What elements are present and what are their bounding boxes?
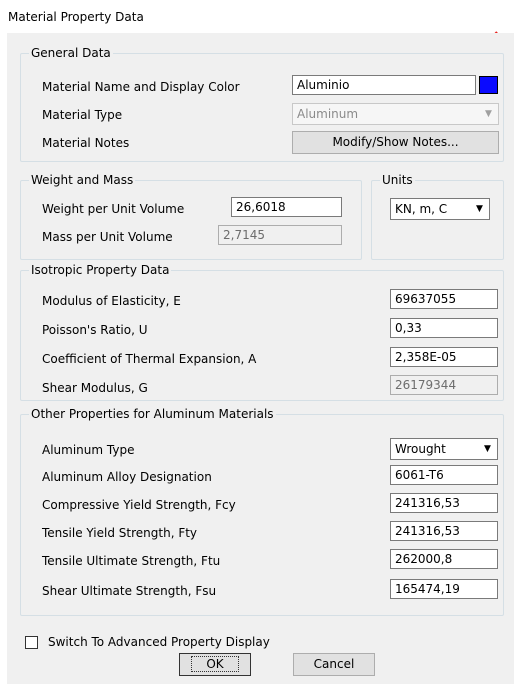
- chevron-down-icon: ▼: [476, 204, 483, 214]
- thermal-expansion-input[interactable]: 2,358E-05: [390, 347, 498, 367]
- material-name-input[interactable]: Aluminio: [292, 75, 476, 95]
- cancel-button[interactable]: Cancel: [293, 653, 375, 676]
- display-color-swatch[interactable]: [479, 76, 498, 94]
- aluminum-properties-legend: Other Properties for Aluminum Materials: [29, 407, 276, 421]
- compressive-yield-input[interactable]: 241316,53: [390, 493, 498, 513]
- general-data-legend: General Data: [29, 46, 113, 60]
- mass-per-unit-volume-input: 2,7145: [218, 225, 342, 245]
- shear-modulus-label: Shear Modulus, G: [42, 381, 148, 395]
- alloy-designation-input[interactable]: 6061-T6: [390, 465, 498, 485]
- material-property-dialog: General Data Material Name and Display C…: [7, 33, 514, 684]
- modulus-of-elasticity-label: Modulus of Elasticity, E: [42, 294, 181, 308]
- shear-modulus-input: 26179344: [390, 375, 498, 395]
- alloy-designation-label: Aluminum Alloy Designation: [42, 470, 212, 484]
- material-name-label: Material Name and Display Color: [42, 80, 240, 94]
- aluminum-type-select[interactable]: Wrought ▼: [390, 438, 498, 460]
- aluminum-type-value: Wrought: [395, 442, 446, 456]
- units-legend: Units: [380, 173, 415, 187]
- material-type-value: Aluminum: [297, 107, 359, 121]
- advanced-display-checkbox[interactable]: [25, 636, 38, 649]
- shear-ultimate-label: Shear Ultimate Strength, Fsu: [42, 584, 217, 598]
- ok-label: OK: [191, 656, 239, 672]
- units-select[interactable]: KN, m, C ▼: [390, 198, 490, 220]
- shear-ultimate-input[interactable]: 165474,19: [390, 579, 498, 599]
- modulus-of-elasticity-input[interactable]: 69637055: [390, 289, 498, 309]
- material-type-select: Aluminum ▼: [292, 103, 499, 125]
- tensile-yield-label: Tensile Yield Strength, Fty: [42, 526, 198, 540]
- weight-per-unit-volume-label: Weight per Unit Volume: [42, 202, 185, 216]
- aluminum-type-label: Aluminum Type: [42, 443, 135, 457]
- chevron-down-icon: ▼: [485, 109, 492, 119]
- weight-per-unit-volume-input[interactable]: 26,6018: [231, 197, 342, 217]
- mass-per-unit-volume-label: Mass per Unit Volume: [42, 230, 173, 244]
- poissons-ratio-label: Poisson's Ratio, U: [42, 323, 148, 337]
- chevron-down-icon: ▼: [484, 444, 491, 454]
- tensile-ultimate-input[interactable]: 262000,8: [390, 549, 498, 569]
- units-value: KN, m, C: [395, 202, 448, 216]
- weight-and-mass-legend: Weight and Mass: [29, 173, 136, 187]
- material-type-label: Material Type: [42, 108, 123, 122]
- tensile-yield-input[interactable]: 241316,53: [390, 521, 498, 541]
- material-notes-label: Material Notes: [42, 136, 130, 150]
- compressive-yield-label: Compressive Yield Strength, Fcy: [42, 498, 236, 512]
- weight-and-mass-group: Weight and Mass: [20, 173, 362, 260]
- poissons-ratio-input[interactable]: 0,33: [390, 318, 498, 338]
- tensile-ultimate-label: Tensile Ultimate Strength, Ftu: [42, 554, 221, 568]
- units-group: Units: [371, 173, 504, 260]
- window-title: Material Property Data: [8, 10, 144, 24]
- thermal-expansion-label: Coefficient of Thermal Expansion, A: [42, 352, 257, 366]
- ok-button[interactable]: OK: [179, 653, 251, 676]
- advanced-display-label: Switch To Advanced Property Display: [48, 635, 270, 649]
- modify-show-notes-button[interactable]: Modify/Show Notes...: [292, 131, 499, 154]
- isotropic-property-legend: Isotropic Property Data: [29, 263, 172, 277]
